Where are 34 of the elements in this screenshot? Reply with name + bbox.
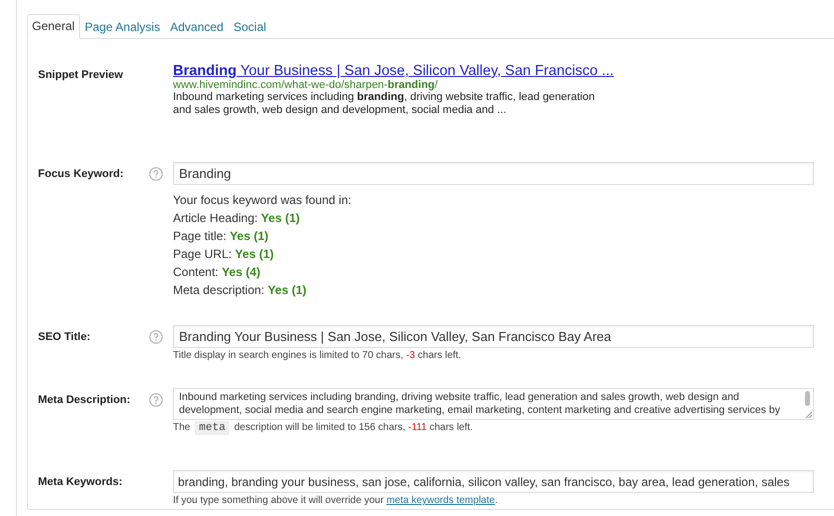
help-icon[interactable] xyxy=(149,167,163,181)
tab[interactable]: Page Analysis xyxy=(80,15,166,39)
help-icon[interactable] xyxy=(149,330,163,344)
scrollbar-thumb[interactable] xyxy=(805,391,810,406)
results-intro: Your focus keyword was found in: xyxy=(173,192,352,209)
snippet-url: www.hivemindinc.com/what-we-do/sharpen-branding/ xyxy=(173,79,439,91)
field-label: Meta Keywords: xyxy=(38,475,124,490)
resize-grip-icon[interactable] xyxy=(805,411,812,418)
tab[interactable]: Advanced xyxy=(165,15,228,39)
keyword-result: Content: Yes (4) xyxy=(173,264,260,281)
snippet-description: Inbound marketing services including branding, driving website traffic, lead generation xyxy=(173,91,596,104)
field-label: Snippet Preview xyxy=(38,68,124,83)
keyword-result: Meta description: Yes (1) xyxy=(173,282,306,299)
tab[interactable]: General xyxy=(27,14,80,39)
textarea-line: development, social media and search engine marketing, email marketing, content marketing and creative advertising services by xyxy=(179,404,780,417)
tab[interactable]: Social xyxy=(228,15,272,39)
snippet-title-link[interactable]: Branding Your Business | San Jose, Silicon Valley, San Francisco ... xyxy=(173,63,614,79)
help-text: Title display in search engines is limited to 70 chars, -3 chars left. xyxy=(173,350,462,361)
keyword-input[interactable]: Branding xyxy=(173,162,814,185)
title-input[interactable]: Branding Your Business | San Jose, Silicon Valley, San Francisco Bay Area xyxy=(173,325,814,348)
help-text: If you type something above it will override your meta keywords template. xyxy=(173,495,498,506)
textarea-line: Inbound marketing services including branding, driving website traffic, lead generation and sales growth, web design and xyxy=(179,391,740,404)
description-textarea[interactable] xyxy=(173,388,814,420)
keyword-result: Page title: Yes (1) xyxy=(173,228,268,245)
template-link[interactable]: meta keywords template xyxy=(386,495,495,506)
keyword-result: Article Heading: Yes (1) xyxy=(173,210,300,227)
snippet-description: and sales growth, web design and development, social media and ... xyxy=(173,104,508,117)
keywords-input[interactable]: branding, branding your business, san jose, california, silicon valley, san francisco, bay area, lead generation, sales xyxy=(173,470,814,493)
field-label: Focus Keyword: xyxy=(38,167,125,182)
help-text: The meta description will be limited to 156 chars, -111 chars left. xyxy=(173,422,473,434)
field-label: SEO Title: xyxy=(38,330,92,345)
field-label: Meta Description: xyxy=(38,393,132,408)
keyword-result: Page URL: Yes (1) xyxy=(173,246,274,263)
help-icon[interactable] xyxy=(149,393,163,407)
